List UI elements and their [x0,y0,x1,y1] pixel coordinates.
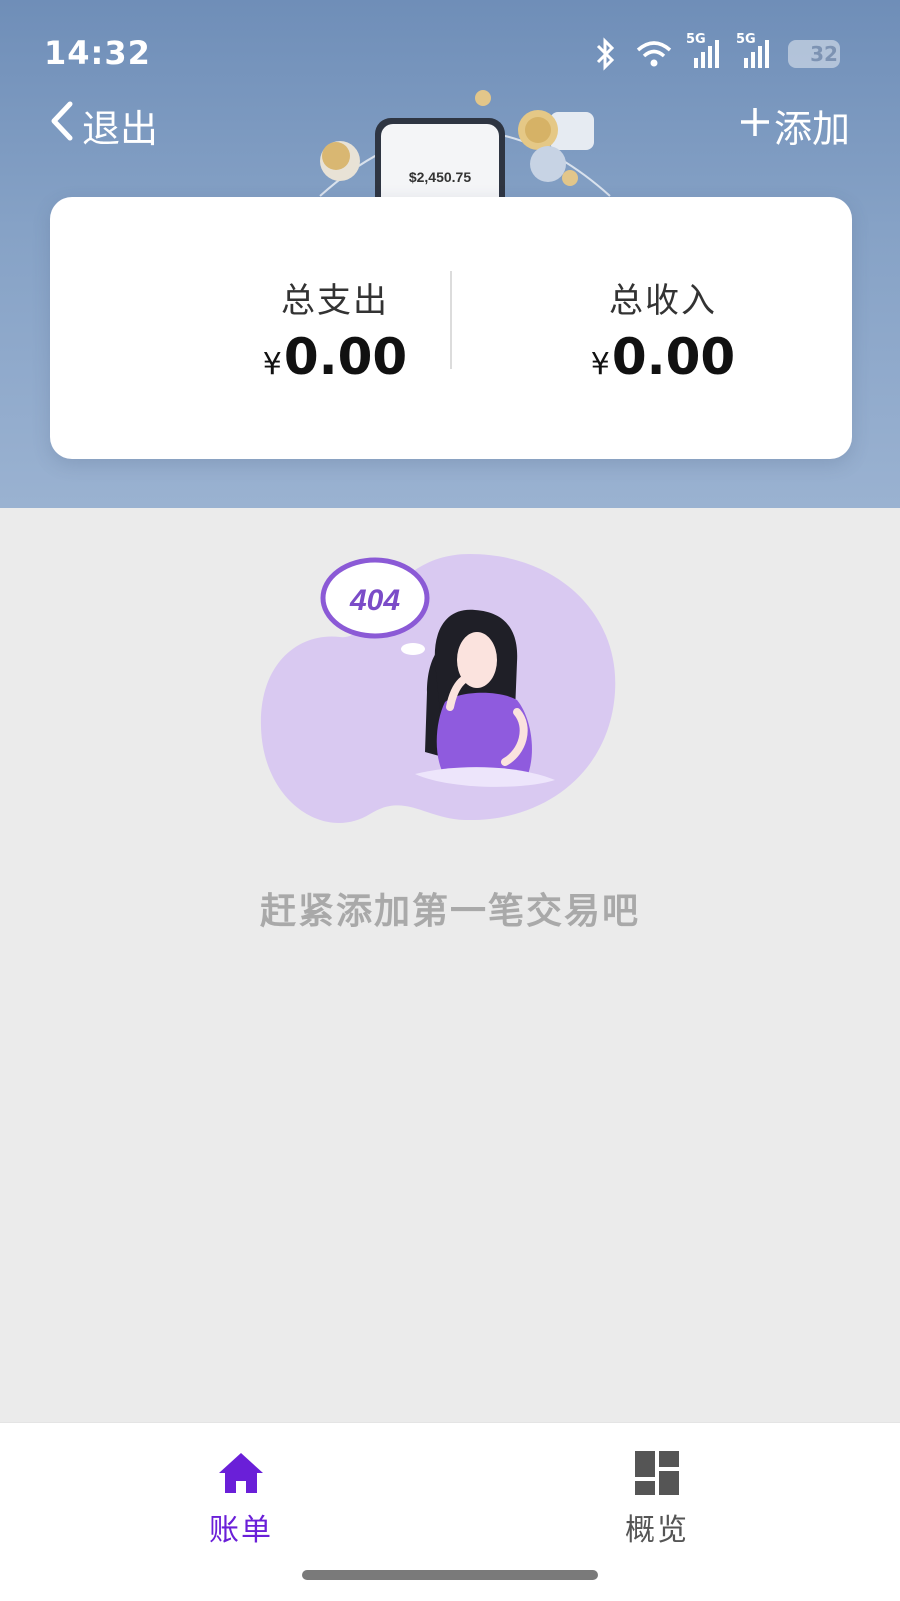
phone-amount: $2,450.75 [409,169,471,185]
income-summary: 总收入 ¥ 0.00 [513,273,813,386]
status-time: 14:32 [44,34,151,72]
expense-amount: ¥ 0.00 [185,328,485,386]
currency-symbol: ¥ [590,347,610,382]
tab-overview[interactable]: 概览 [577,1447,737,1549]
add-button[interactable]: 添加 [738,98,850,153]
income-amount: ¥ 0.00 [513,328,813,386]
expense-value: 0.00 [283,328,408,386]
summary-card: 总支出 ¥ 0.00 总收入 ¥ 0.00 [50,197,852,459]
tab-label: 概览 [625,1513,689,1548]
add-label: 添加 [773,107,850,151]
expense-label: 总支出 [281,281,389,321]
signal-icon: 5G [736,32,774,70]
income-value: 0.00 [611,328,736,386]
home-icon [161,1447,321,1499]
tab-bill[interactable]: 账单 [161,1447,321,1549]
empty-state-message: 赶紧添加第一笔交易吧 [259,891,640,932]
back-button[interactable]: 退出 [48,98,158,153]
back-label: 退出 [82,107,159,151]
status-icons: 5G 5G 32 [592,32,840,74]
battery-icon: 32 [788,40,840,68]
currency-symbol: ¥ [262,347,282,382]
status-bar: 14:32 5G 5G 32 [0,0,900,110]
expense-summary: 总支出 ¥ 0.00 [185,273,485,386]
chevron-left-icon [48,100,78,151]
income-label: 总收入 [609,281,717,321]
bluetooth-icon [592,37,620,71]
signal-icon: 5G [686,32,724,70]
wifi-icon [634,38,674,70]
empty-state-illustration: 404 [260,554,616,823]
tab-label: 账单 [209,1513,273,1548]
home-indicator [302,1570,598,1580]
plus-icon [738,104,772,148]
dashboard-icon [577,1447,737,1499]
divider [450,271,452,369]
404-badge: 404 [349,584,400,617]
